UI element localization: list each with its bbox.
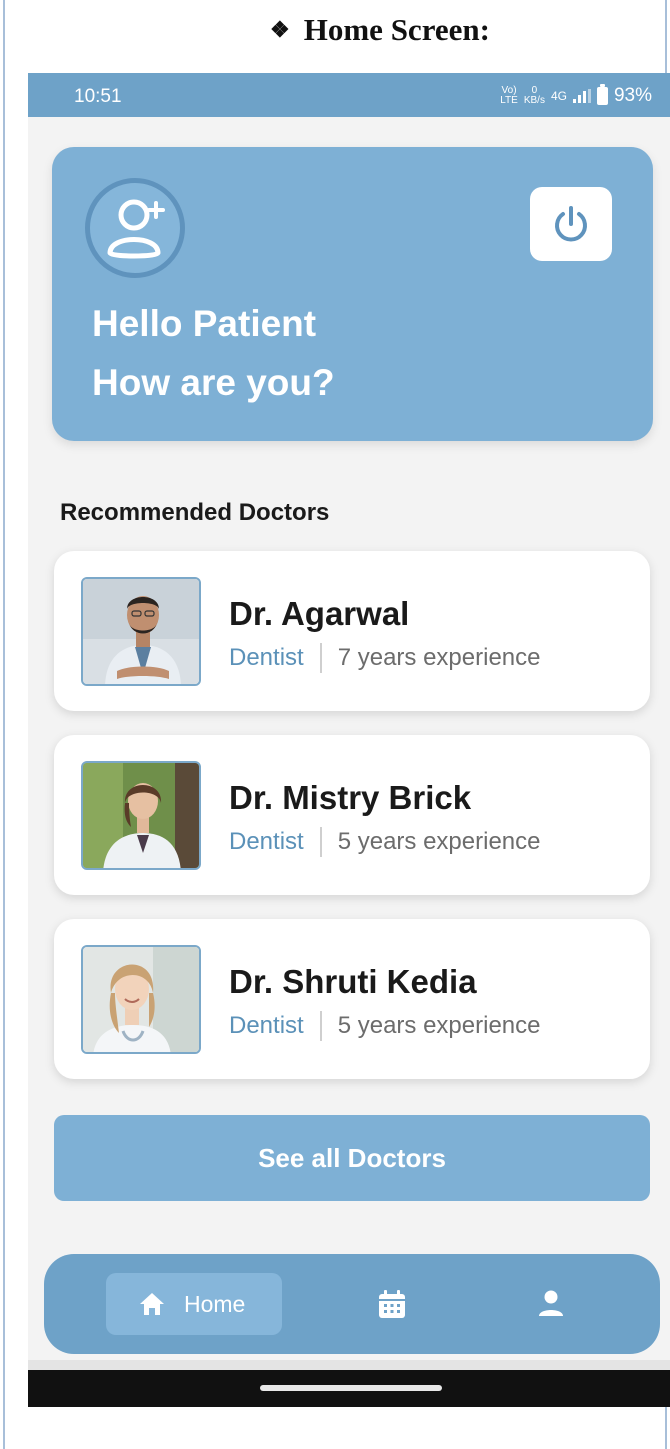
divider xyxy=(319,643,322,673)
battery-icon xyxy=(596,84,608,105)
diamond-bullet-icon: ❖ xyxy=(270,17,290,42)
greeting-line-2: How are you? xyxy=(92,362,335,403)
doctor-meta: Dentist 5 years experience xyxy=(229,827,540,857)
phone-screen: 10:51 Vo) LTE 0 KB/s 4G 93% Hello Patient … xyxy=(28,73,670,1407)
home-gesture-handle[interactable] xyxy=(260,1385,442,1391)
power-icon xyxy=(555,206,587,242)
bottom-navigation: Home xyxy=(44,1254,660,1354)
user-add-icon[interactable] xyxy=(85,178,185,278)
section-title: Recommended Doctors xyxy=(60,499,330,526)
doctor-specialty: Dentist xyxy=(229,644,304,671)
person-icon xyxy=(539,1290,563,1316)
signal-icon xyxy=(572,89,591,103)
doctor-name: Dr. Shruti Kedia xyxy=(229,963,477,1000)
document-heading: ❖ Home Screen: xyxy=(0,0,670,60)
nav-home-tab[interactable]: Home xyxy=(106,1273,282,1335)
nav-home-label: Home xyxy=(184,1290,246,1317)
doctor-experience: 5 years experience xyxy=(337,828,541,855)
nav-profile-tab[interactable] xyxy=(536,1288,566,1323)
home-icon xyxy=(140,1293,164,1315)
greeting-line-1: Hello Patient xyxy=(92,303,317,344)
doctor-experience: 7 years experience xyxy=(337,644,541,671)
battery-level: 93% xyxy=(613,85,652,106)
status-indicators: Vo) LTE 0 KB/s 4G 93% xyxy=(500,84,652,107)
doctor-photo xyxy=(81,577,201,686)
screen-bottom-edge xyxy=(28,1360,670,1370)
doctor-meta: Dentist 5 years experience xyxy=(229,1011,540,1041)
network-type: 4G xyxy=(550,89,567,103)
doctor-name: Dr. Mistry Brick xyxy=(229,779,472,816)
nav-calendar-tab[interactable] xyxy=(376,1288,408,1325)
doctor-name: Dr. Agarwal xyxy=(229,595,410,632)
document-heading-text: Home Screen: xyxy=(303,12,490,47)
doctor-card[interactable]: Dr. Agarwal Dentist 7 years experience xyxy=(54,551,650,711)
status-bar: 10:51 Vo) LTE 0 KB/s 4G 93% xyxy=(28,73,670,117)
doctor-specialty: Dentist xyxy=(229,1012,304,1039)
greeting-card: Hello Patient How are you? xyxy=(52,147,653,441)
status-time: 10:51 xyxy=(74,86,122,107)
volte-indicator: Vo) LTE xyxy=(500,85,518,106)
divider xyxy=(319,1011,322,1041)
divider xyxy=(319,827,322,857)
doctor-card[interactable]: Dr. Shruti Kedia Dentist 5 years experie… xyxy=(54,919,650,1079)
doctor-specialty: Dentist xyxy=(229,828,304,855)
doctor-experience: 5 years experience xyxy=(337,1012,541,1039)
doctor-card[interactable]: Dr. Mistry Brick Dentist 5 years experie… xyxy=(54,735,650,895)
see-all-doctors-button[interactable]: See all Doctors xyxy=(54,1115,650,1201)
power-button[interactable] xyxy=(530,187,612,261)
gesture-navigation-bar xyxy=(28,1370,670,1407)
doctor-photo xyxy=(81,761,201,870)
network-speed: 0 KB/s xyxy=(523,85,545,106)
doctor-photo xyxy=(81,945,201,1054)
calendar-icon xyxy=(379,1290,405,1318)
doctor-meta: Dentist 7 years experience xyxy=(229,643,540,673)
